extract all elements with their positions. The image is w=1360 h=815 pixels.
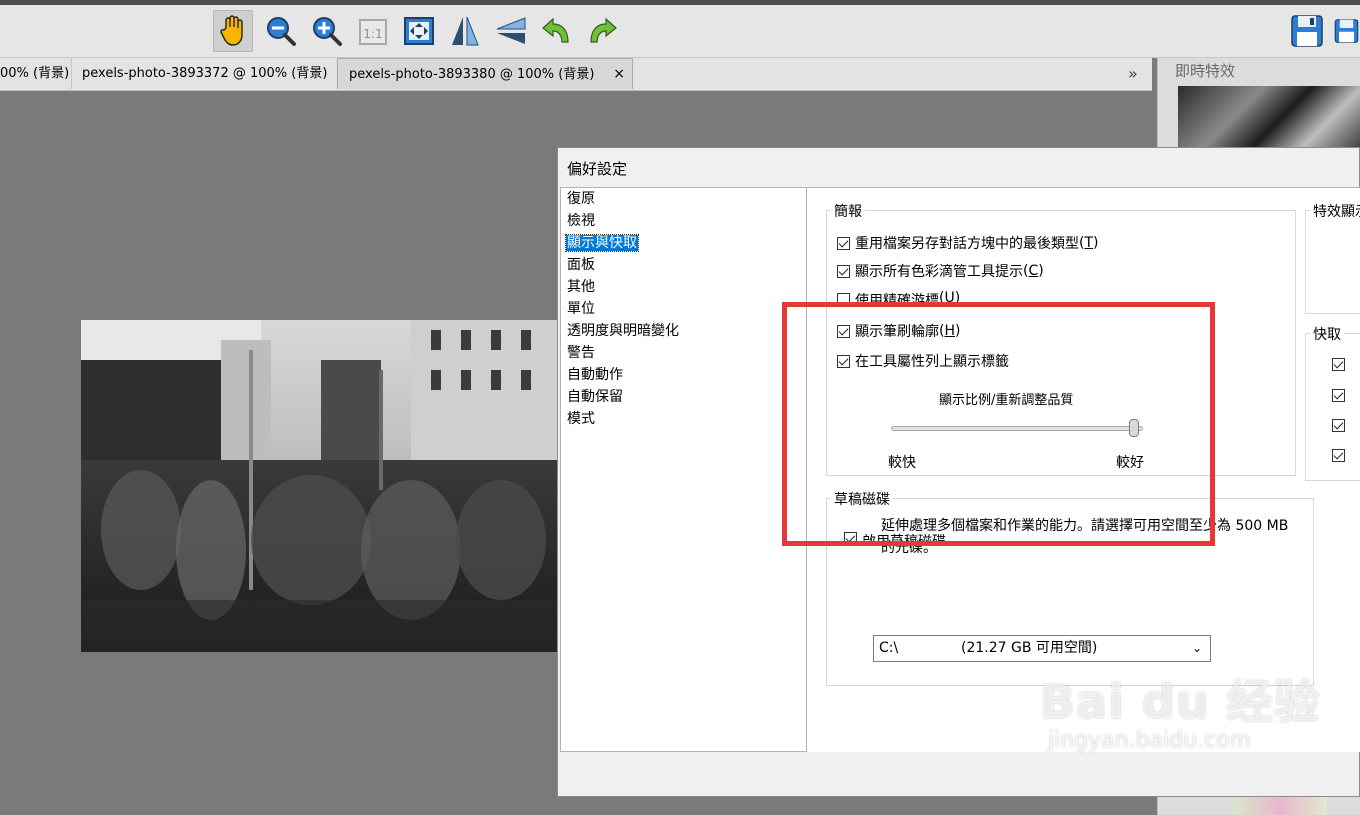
dialog-title: 偏好設定 <box>567 160 628 178</box>
watermark-logo-text: Bai du 经验 <box>1040 675 1321 729</box>
cache-group: 快取 <box>1305 324 1360 481</box>
effect-thumbnail[interactable] <box>1233 796 1327 815</box>
rotate-right-button[interactable] <box>582 10 622 52</box>
panel-title: 即時特效 <box>1175 62 1236 80</box>
tab-pexels-photo-3893380[interactable]: pexels-photo-3893380 @ 100% (背景) × <box>337 58 633 89</box>
category-item-transparency[interactable]: 透明度與明暗變化 <box>561 320 806 342</box>
pan-hand-button[interactable] <box>213 10 253 52</box>
category-item-units[interactable]: 單位 <box>561 298 806 320</box>
document-tab-bar: 00% (背景) pexels-photo-3893372 @ 100% (背景… <box>0 58 1152 91</box>
category-item-auto-action[interactable]: 自動動作 <box>561 364 806 386</box>
actual-size-button[interactable]: 1:1 <box>353 10 393 52</box>
zoom-out-button[interactable] <box>261 10 301 52</box>
checkbox-box[interactable] <box>1332 418 1345 432</box>
cache-option-checkbox[interactable] <box>1332 354 1345 374</box>
group-title: 快取 <box>1310 324 1344 344</box>
category-item-view[interactable]: 檢視 <box>561 210 806 232</box>
cache-option-checkbox[interactable] <box>1332 415 1345 435</box>
flip-vertical-icon <box>496 17 526 44</box>
checkbox-box[interactable] <box>837 264 850 278</box>
floppy-disk-icon <box>1291 15 1323 47</box>
chevron-right-icon[interactable]: » <box>1128 58 1138 89</box>
drive-letter: C:\ <box>879 640 899 656</box>
toolbar: 1:1 <box>0 5 1360 58</box>
rotate-left-icon <box>542 17 569 43</box>
flip-vertical-button[interactable] <box>491 10 531 52</box>
category-item-auto-preserve[interactable]: 自動保留 <box>561 386 806 408</box>
zoom-in-icon <box>313 17 342 46</box>
effects-display-group: 特效顯示 <box>1305 201 1360 314</box>
category-item-mode[interactable]: 模式 <box>561 408 806 430</box>
checkbox-box[interactable] <box>837 236 850 250</box>
rotate-right-icon <box>590 17 617 43</box>
category-item-warnings[interactable]: 警告 <box>561 342 806 364</box>
cache-option-checkbox[interactable] <box>1332 385 1345 405</box>
tab-label: 00% (背景) <box>0 66 70 81</box>
tab-label: pexels-photo-3893380 @ 100% (背景) <box>349 67 595 82</box>
save-as-button[interactable] <box>1333 10 1360 52</box>
group-title: 簡報 <box>831 201 865 221</box>
checkbox-box[interactable] <box>837 293 850 302</box>
hand-icon <box>220 15 243 46</box>
checkbox-box[interactable] <box>1332 388 1345 402</box>
precise-cursor-checkbox[interactable]: 使用精確游標(U) <box>837 290 960 302</box>
rotate-left-button[interactable] <box>537 10 577 52</box>
category-item-panels[interactable]: 面板 <box>561 254 806 276</box>
svg-text:1:1: 1:1 <box>363 27 382 41</box>
highlight-annotation <box>782 302 1215 546</box>
effect-thumbnail[interactable] <box>1178 86 1360 150</box>
zoom-out-icon <box>267 17 296 46</box>
baidu-jingyan-watermark: Bai du 经验 jingyan.baidu.com <box>1040 666 1321 753</box>
chevron-down-icon: ⌄ <box>1191 641 1202 655</box>
scratch-drive-select[interactable]: C:\ (21.27 GB 可用空間) ⌄ <box>873 635 1211 662</box>
category-item-undo[interactable]: 復原 <box>561 188 806 210</box>
one-to-one-icon: 1:1 <box>359 19 387 45</box>
tab-pexels-photo-3893372[interactable]: pexels-photo-3893372 @ 100% (背景) <box>71 58 333 89</box>
free-space: (21.27 GB 可用空間) <box>961 640 1098 656</box>
cache-option-checkbox[interactable] <box>1332 445 1345 465</box>
group-title: 特效顯示 <box>1310 201 1360 221</box>
fit-screen-button[interactable] <box>399 10 439 52</box>
street-photo <box>81 320 557 652</box>
tab-label: pexels-photo-3893372 @ 100% (背景) <box>82 66 328 81</box>
tab-previous-document[interactable]: 00% (背景) <box>0 58 70 89</box>
flip-horizontal-button[interactable] <box>445 10 485 52</box>
checkbox-box[interactable] <box>1332 448 1345 462</box>
reuse-last-type-checkbox[interactable]: 重用檔案另存對話方塊中的最後類型(T) <box>837 233 1099 253</box>
flip-horizontal-icon <box>452 16 479 46</box>
document-canvas-image[interactable] <box>81 320 557 652</box>
save-button[interactable] <box>1287 10 1327 52</box>
show-eyedropper-tips-checkbox[interactable]: 顯示所有色彩滴管工具提示(C) <box>837 261 1044 281</box>
checkbox-box[interactable] <box>1332 357 1345 371</box>
save-as-icon <box>1334 19 1359 43</box>
close-icon[interactable]: × <box>613 59 625 89</box>
category-item-display-cache[interactable]: 顯示與快取 <box>561 232 806 254</box>
fit-screen-icon <box>404 17 434 45</box>
category-item-misc[interactable]: 其他 <box>561 276 806 298</box>
category-list: 復原 檢視 顯示與快取 面板 其他 單位 透明度與明暗變化 警告 自動動作 自動… <box>560 187 807 752</box>
zoom-in-button[interactable] <box>307 10 347 52</box>
dialog-footer <box>558 752 1359 796</box>
